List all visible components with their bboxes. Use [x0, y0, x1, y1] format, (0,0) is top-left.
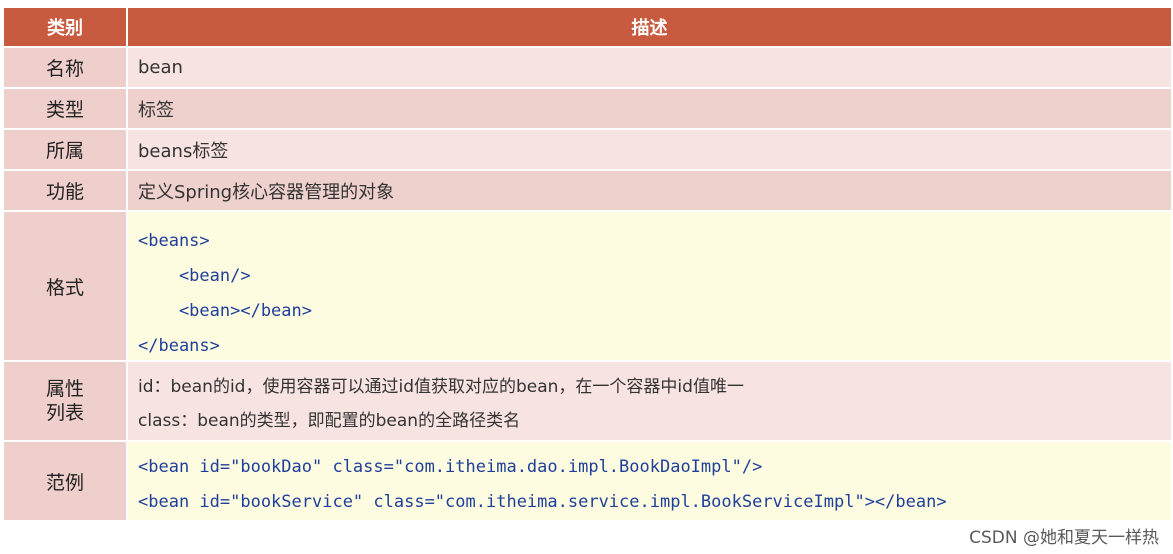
code-line: <beans>: [138, 231, 210, 251]
format-code-block: <beans> <bean/> <bean></bean> </beans>: [128, 212, 1171, 362]
table-row-example: 范例 <bean id="bookDao" class="com.itheima…: [4, 442, 1171, 522]
row-value: 标签: [128, 89, 1171, 130]
row-value-text: bean: [138, 57, 183, 78]
code-line: <bean></bean>: [138, 301, 312, 321]
attribute-line: id：bean的id，使用容器可以通过id值获取对应的bean，在一个容器中id…: [138, 377, 744, 397]
bean-definition-table: 类别 描述 名称 bean 类型 标签 所属 beans标签 功能 定义Spri…: [4, 8, 1171, 522]
table-row-name: 名称 bean: [4, 48, 1171, 89]
row-label: 功能: [4, 171, 128, 212]
row-label: 所属: [4, 130, 128, 171]
row-label: 属性 列表: [4, 362, 128, 442]
row-label: 类型: [4, 89, 128, 130]
code-line: <bean id="bookService" class="com.itheim…: [138, 492, 947, 512]
csdn-watermark: CSDN @她和夏天一样热: [969, 528, 1159, 548]
row-value-text: 标签: [138, 99, 174, 121]
code-line: <bean/>: [138, 266, 251, 286]
example-code-block: <bean id="bookDao" class="com.itheima.da…: [128, 442, 1171, 522]
table-row-attributes: 属性 列表 id：bean的id，使用容器可以通过id值获取对应的bean，在一…: [4, 362, 1171, 442]
code-line: </beans>: [138, 336, 220, 356]
row-label: 格式: [4, 212, 128, 362]
table-header: 类别 描述: [4, 8, 1171, 48]
header-category: 类别: [4, 8, 128, 48]
attributes-list: id：bean的id，使用容器可以通过id值获取对应的bean，在一个容器中id…: [128, 362, 1171, 442]
row-label: 范例: [4, 442, 128, 522]
attribute-line: class：bean的类型，即配置的bean的全路径类名: [138, 411, 521, 431]
table-row-belongs: 所属 beans标签: [4, 130, 1171, 171]
row-label: 名称: [4, 48, 128, 89]
table-row-format: 格式 <beans> <bean/> <bean></bean> </beans…: [4, 212, 1171, 362]
header-description: 描述: [128, 8, 1171, 48]
code-line: <bean id="bookDao" class="com.itheima.da…: [138, 457, 763, 477]
table-row-function: 功能 定义Spring核心容器管理的对象: [4, 171, 1171, 212]
row-value-text: beans标签: [138, 140, 229, 162]
table-row-type: 类型 标签: [4, 89, 1171, 130]
row-value-text: 定义Spring核心容器管理的对象: [138, 181, 395, 203]
row-value: bean: [128, 48, 1171, 89]
row-value: beans标签: [128, 130, 1171, 171]
row-value: 定义Spring核心容器管理的对象: [128, 171, 1171, 212]
